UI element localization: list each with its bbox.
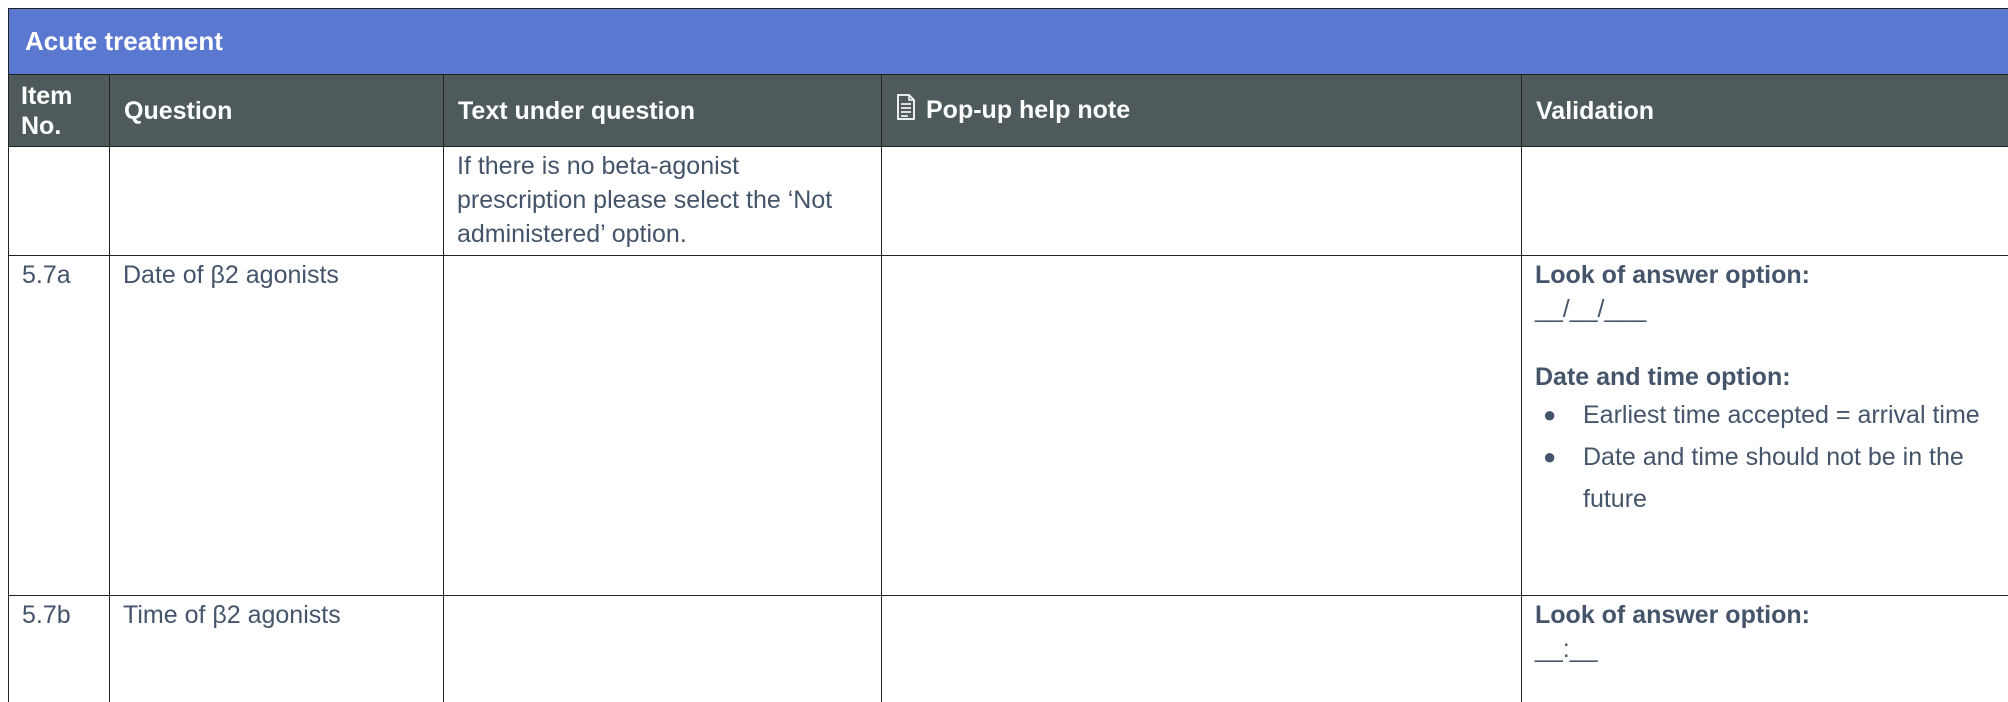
cell-text-under-question	[443, 595, 882, 702]
cell-validation: Look of answer option: __:__	[1520, 595, 2008, 702]
cell-validation: Look of answer option: __/__/___ Date an…	[1520, 255, 2008, 596]
header-validation: Validation	[1520, 74, 2008, 147]
cell-popup-help-note	[881, 146, 1522, 256]
cell-popup-help-note	[881, 595, 1522, 702]
cell-text-under-question	[443, 255, 882, 596]
form-table-frame: Acute treatment Item No. Question Text u…	[8, 8, 2008, 702]
header-item-no: Item No.	[8, 74, 110, 147]
cell-popup-help-note	[881, 255, 1522, 596]
cell-item-no: 5.7b	[8, 595, 110, 702]
section-title: Acute treatment	[8, 8, 2008, 75]
look-of-answer-value: __:__	[1535, 635, 1598, 663]
cell-item-no: 5.7a	[8, 255, 110, 596]
date-time-option-heading: Date and time option:	[1535, 363, 1791, 391]
cell-question	[109, 146, 444, 256]
header-question: Question	[109, 74, 444, 147]
table-row: If there is no beta-agonist prescription…	[8, 146, 2008, 256]
list-item: ● Earliest time accepted = arrival time	[1535, 394, 1995, 436]
cell-question: Time of β2 agonists	[109, 595, 444, 702]
list-item-text: Earliest time accepted = arrival time	[1583, 401, 1980, 429]
header-text-under-question: Text under question	[443, 74, 882, 147]
bullet-icon: ●	[1543, 402, 1557, 427]
table-row: 5.7b Time of β2 agonists Look of answer …	[8, 595, 2008, 702]
header-popup-help-note-label: Pop-up help note	[926, 96, 1131, 124]
acute-treatment-table: Acute treatment Item No. Question Text u…	[8, 8, 2008, 702]
bullet-icon: ●	[1543, 444, 1557, 469]
cell-question: Date of β2 agonists	[109, 255, 444, 596]
list-item: ● Date and time should not be in the futu…	[1535, 436, 1995, 520]
table-row: 5.7a Date of β2 agonists Look of answer …	[8, 255, 2008, 596]
header-row: Item No. Question Text under question Po…	[8, 74, 2008, 147]
document-icon	[896, 94, 916, 127]
look-of-answer-heading: Look of answer option:	[1535, 601, 1810, 629]
cell-validation	[1520, 146, 2008, 256]
look-of-answer-value: __/__/___	[1535, 295, 1647, 323]
cell-item-no	[8, 146, 110, 256]
header-popup-help-note: Pop-up help note	[881, 74, 1522, 147]
list-item-text: Date and time should not be in the futur…	[1583, 443, 1964, 513]
look-of-answer-heading: Look of answer option:	[1535, 261, 1810, 289]
validation-rules-list: ● Earliest time accepted = arrival time ●…	[1535, 394, 1995, 520]
cell-text-under-question: If there is no beta-agonist prescription…	[443, 146, 882, 256]
